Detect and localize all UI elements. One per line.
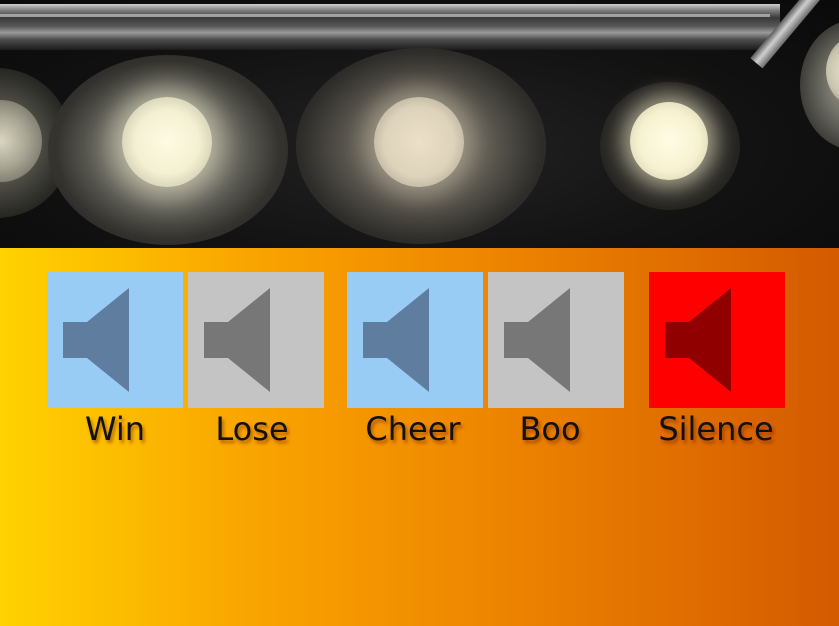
boo-sound-tile [488,272,624,408]
stage-lights-rig [0,0,839,248]
lose-sound-label: Lose [215,410,289,448]
boo-sound-button[interactable] [488,272,624,408]
silence-sound-tile [649,272,785,408]
silence-sound-button[interactable] [649,272,785,408]
spotlight-lamp [374,97,464,187]
cheer-sound-label: Cheer [365,410,461,448]
lose-sound-tile [188,272,324,408]
win-sound-button[interactable] [47,272,183,408]
lose-sound-button[interactable] [188,272,324,408]
win-sound-tile [47,272,183,408]
truss-highlight [0,14,770,17]
silence-sound-label: Silence [658,410,774,448]
win-sound-label: Win [84,410,146,448]
cheer-sound-button[interactable] [347,272,483,408]
spotlight-lamp [630,102,708,180]
lighting-truss [0,4,780,50]
boo-sound-label: Boo [519,410,581,448]
cheer-sound-tile [347,272,483,408]
spotlight-lamp [122,97,212,187]
sound-effects-panel: Win Lose Cheer Boo Silence [0,248,839,626]
soundboard-stage: Win Lose Cheer Boo Silence [0,0,839,626]
